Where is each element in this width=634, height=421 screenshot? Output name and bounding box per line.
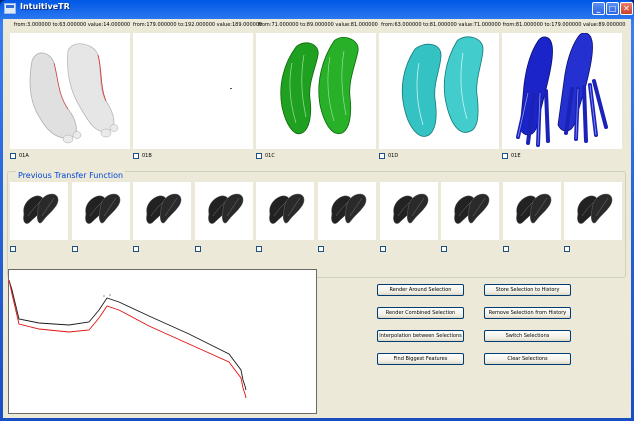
transfer-function-plot: [8, 279, 247, 399]
preview-checkbox[interactable]: [133, 153, 139, 159]
preview-checkbox-label: 01A: [19, 153, 29, 159]
dark-feet-render-icon: [392, 193, 428, 224]
feet-render-icon: [401, 36, 484, 137]
history-thumbnail[interactable]: [502, 182, 561, 240]
foot-bones-render-icon: [516, 33, 608, 147]
preview-checkbox-label: 01D: [388, 153, 399, 159]
history-checkbox[interactable]: [564, 246, 571, 252]
empty-render-icon: [230, 88, 232, 89]
preview-checkbox[interactable]: [10, 153, 16, 159]
preview-checkbox-label: 01E: [511, 153, 521, 159]
history-checkbox[interactable]: [71, 246, 78, 252]
history-thumbnail[interactable]: [318, 182, 376, 240]
app-window: IntuitiveTR _ □ ✕ from:3.000000 to:63.00…: [0, 0, 634, 421]
dark-feet-render-icon: [84, 193, 120, 224]
app-icon: [4, 3, 16, 14]
feet-render-icon: [280, 37, 359, 135]
history-thumbnail[interactable]: [564, 182, 623, 240]
volume-render-view[interactable]: [256, 33, 376, 149]
dark-feet-render-icon: [516, 193, 552, 224]
dark-feet-render-icon: [23, 193, 59, 224]
switch-selections-button[interactable]: Switch Selections: [484, 330, 571, 342]
dark-feet-render-icon: [269, 193, 305, 224]
transfer-function-editor[interactable]: [8, 269, 317, 414]
client-area: from:3.000000 to:63.000000 value:14.0000…: [3, 19, 631, 418]
history-checkbox[interactable]: [318, 246, 324, 252]
tf-curve-black: [8, 279, 247, 391]
history-thumbnail[interactable]: [71, 182, 130, 240]
close-button[interactable]: ✕: [620, 2, 633, 15]
preview-caption: from:63.000000 to:81.000000 value:71.000…: [381, 22, 501, 28]
find-biggest-features-button[interactable]: Find Biggest Features: [377, 353, 464, 365]
history-checkbox[interactable]: [502, 246, 509, 252]
volume-render-view[interactable]: [133, 33, 253, 149]
preview-checkbox[interactable]: [502, 153, 508, 159]
right-foot-shape: [67, 43, 115, 133]
preview-caption: from:81.000000 to:179.000000 value:89.00…: [502, 22, 626, 28]
preview-caption: from:71.000000 to:89.000000 value:81.000…: [258, 22, 378, 28]
remove-selection-from-history-button[interactable]: Remove Selection from History: [484, 307, 571, 319]
preview-caption: from:179.000000 to:192.000000 value:189.…: [133, 22, 263, 28]
volume-render-view[interactable]: [502, 33, 622, 149]
dark-feet-render-icon: [454, 193, 490, 224]
preview-checkbox[interactable]: [256, 153, 262, 159]
history-checkbox[interactable]: [10, 246, 16, 252]
history-checkbox[interactable]: [256, 246, 263, 252]
maximize-button[interactable]: □: [606, 2, 619, 15]
history-thumbnail[interactable]: [10, 182, 68, 240]
history-thumbnail[interactable]: [379, 182, 438, 240]
preview-checkbox-label: 01B: [142, 153, 152, 159]
volume-render-view[interactable]: [379, 33, 499, 149]
store-selection-to-history-button[interactable]: Store Selection to History: [484, 284, 571, 296]
render-combined-selection-button[interactable]: Render Combined Selection: [377, 307, 464, 319]
dark-feet-render-icon: [331, 193, 367, 224]
title-bar[interactable]: IntuitiveTR _ □ ✕: [0, 0, 634, 18]
tf-curve-red: [8, 279, 247, 399]
dark-feet-render-icon: [146, 193, 182, 224]
history-checkbox[interactable]: [133, 246, 140, 252]
dark-feet-render-icon: [577, 193, 613, 224]
preview-caption: from:3.000000 to:63.000000 value:14.0000…: [13, 22, 131, 28]
preview-checkbox[interactable]: [379, 153, 385, 159]
clear-selections-button[interactable]: Clear Selections: [484, 353, 571, 365]
history-checkbox[interactable]: [194, 246, 201, 252]
history-checkbox[interactable]: [441, 246, 448, 252]
feet-render-icon: [29, 43, 119, 144]
history-thumbnail[interactable]: [194, 182, 253, 240]
history-thumbnail[interactable]: [441, 182, 500, 240]
volume-render-view[interactable]: [10, 33, 130, 149]
minimize-button[interactable]: _: [592, 2, 605, 15]
history-checkbox[interactable]: [379, 246, 386, 252]
window-title: IntuitiveTR: [20, 2, 70, 11]
history-group-title: Previous Transfer Function: [16, 171, 126, 180]
render-around-selection-button[interactable]: Render Around Selection: [377, 284, 464, 296]
interpolation-between-selections-button[interactable]: Interpolation between Selections: [377, 330, 464, 342]
history-thumbnail[interactable]: [256, 182, 315, 240]
dark-feet-render-icon: [208, 193, 244, 224]
history-thumbnail[interactable]: [133, 182, 192, 240]
preview-checkbox-label: 01C: [265, 153, 275, 159]
